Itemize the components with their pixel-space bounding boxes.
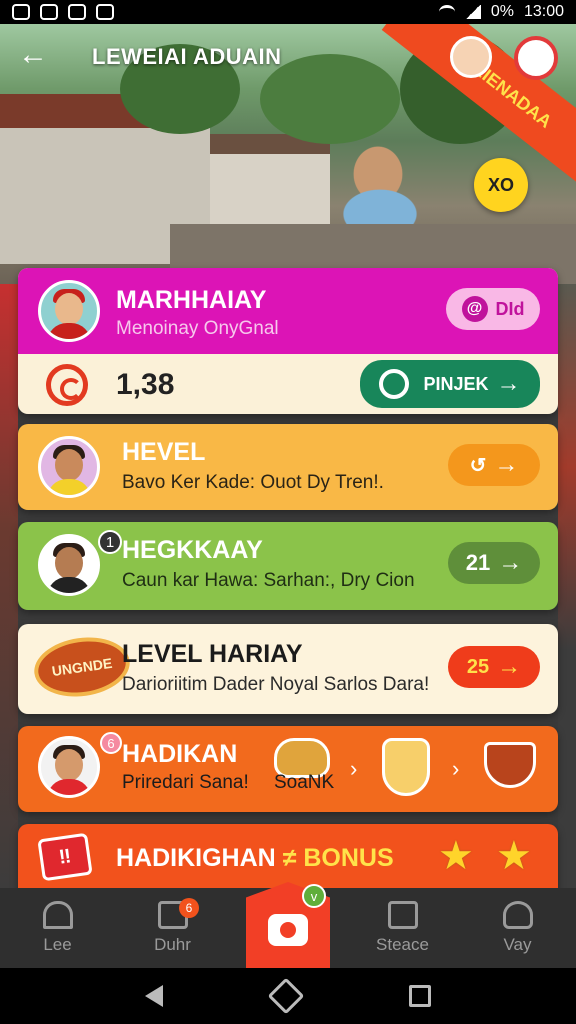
nav-label: Steace (376, 935, 429, 954)
level-hariay-card[interactable]: UNGNDE LEVEL HARIAY Darioriitim Dader No… (18, 624, 558, 714)
xo-badge[interactable]: XO (474, 158, 528, 212)
arrow-right-icon: → (494, 451, 519, 478)
card-subtitle: Priredari Sana! (122, 772, 249, 793)
nav-item-home[interactable]: Lee (0, 888, 115, 968)
notification-icon (68, 4, 86, 20)
pin-icon[interactable] (514, 36, 558, 80)
system-nav-bar (0, 968, 576, 1024)
badge-logo: UNGNDE (30, 631, 134, 703)
card-title: HADIKAN (122, 740, 238, 768)
arrow-right-icon: → (498, 549, 523, 576)
card-title: HEVEL (122, 438, 206, 466)
status-bar: 0% 13:00 (0, 0, 576, 24)
refresh-icon: ↺ (469, 454, 487, 477)
list-icon (387, 901, 418, 929)
card-value: 25 (466, 655, 490, 678)
card-value: 21 (465, 550, 491, 575)
arrow-right-icon: → (497, 653, 522, 680)
avatar (38, 736, 100, 798)
signal-icon (464, 5, 481, 19)
food-label: SoaNK (274, 772, 335, 793)
nav-label: Vay (503, 935, 532, 954)
card-subtitle: Darioriitim Dader Noyal Sarlos Dara! (122, 674, 430, 695)
arrow-right-icon: → (496, 370, 521, 397)
notification-icon (12, 4, 30, 20)
card-title: MARHHAIAY (116, 286, 267, 314)
bonus-label: ≠ BONUS (282, 844, 394, 872)
clock: 13:00 (523, 3, 564, 20)
card-title: HEGKKAAY (122, 536, 263, 564)
card-title: LEVEL HARIAY (122, 640, 303, 668)
level-card[interactable]: HEVEL Bavo Ker Kade: Ouot Dy Tren!. ↺ → (18, 424, 558, 510)
refresh-icon (379, 369, 410, 399)
avatar (38, 280, 100, 342)
star-icon: ★ (438, 834, 474, 878)
arrow-left-icon: ← (18, 38, 48, 71)
recents-icon[interactable] (409, 985, 431, 1007)
notification-icon (40, 4, 58, 20)
battery-text: 0% (490, 3, 514, 20)
tag-button[interactable]: @ DId (446, 288, 540, 330)
timer-icon (46, 364, 88, 406)
card-subtitle: Menoinay OnyGnal (116, 318, 279, 339)
card-action-button[interactable]: 25 → (448, 646, 540, 688)
count-value: 1,38 (116, 368, 175, 401)
nav-item-list[interactable]: Steace (345, 888, 460, 968)
nav-label: Lee (43, 935, 72, 954)
featured-card[interactable]: MARHHAIAY Menoinay OnyGnal @ DId 1,38 PI… (18, 268, 558, 414)
card-action-button[interactable]: 21 → (448, 542, 540, 584)
wifi-icon (438, 5, 455, 19)
notification-icon (96, 4, 114, 20)
page-title: LEWEIAI ADUAIN (92, 44, 282, 69)
drink-image[interactable] (382, 738, 430, 796)
ribbon-avatar (450, 36, 492, 78)
action-button[interactable]: PINJEK → (360, 360, 540, 408)
avatar (38, 534, 100, 596)
home-button-icon[interactable] (267, 977, 305, 1015)
notification-badge: 1 (98, 530, 122, 554)
logo-text: UNGNDE (50, 654, 114, 680)
bowl-image[interactable] (484, 742, 536, 788)
food-card[interactable]: 6 HADIKAN Priredari Sana! SoaNK › › (18, 726, 558, 812)
card-subtitle: Bavo Ker Kade: Ouot Dy Tren!. (122, 472, 384, 493)
at-icon: @ (461, 296, 488, 322)
nav-label: Duhr (154, 935, 191, 954)
nav-item-profile[interactable]: Vay (460, 888, 575, 968)
app-screen: 0% 13:00 ← LEWEIAI ADUAIN HAEIENADAA XO … (0, 0, 576, 1024)
user-icon (502, 901, 533, 929)
notification-icons (12, 4, 114, 20)
star-icon: ★ (496, 834, 532, 878)
nav-item-store[interactable]: 6 Duhr (115, 888, 230, 968)
back-icon[interactable] (145, 985, 163, 1007)
gift-icon: ‼ (37, 832, 93, 882)
chevron-right-icon: › (452, 756, 460, 781)
back-button[interactable]: ← (18, 40, 58, 70)
card-title: HADIKIGHAN ≠ BONUS (116, 844, 394, 872)
home-icon (42, 901, 73, 929)
tag-label: DId (495, 298, 525, 319)
ranking-card[interactable]: 1 HEGKKAAY Caun kar Hawa: Sarhan:, Dry C… (18, 522, 558, 610)
avatar (38, 436, 100, 498)
camera-icon (268, 914, 308, 946)
action-label: PINJEK (423, 373, 489, 394)
camera-badge: v (302, 884, 326, 908)
notification-badge: 6 (100, 732, 122, 754)
card-subtitle: Caun kar Hawa: Sarhan:, Dry Cion (122, 570, 415, 591)
card-action-button[interactable]: ↺ → (448, 444, 540, 486)
chevron-right-icon: › (350, 756, 358, 781)
nav-badge: 6 (179, 898, 199, 918)
